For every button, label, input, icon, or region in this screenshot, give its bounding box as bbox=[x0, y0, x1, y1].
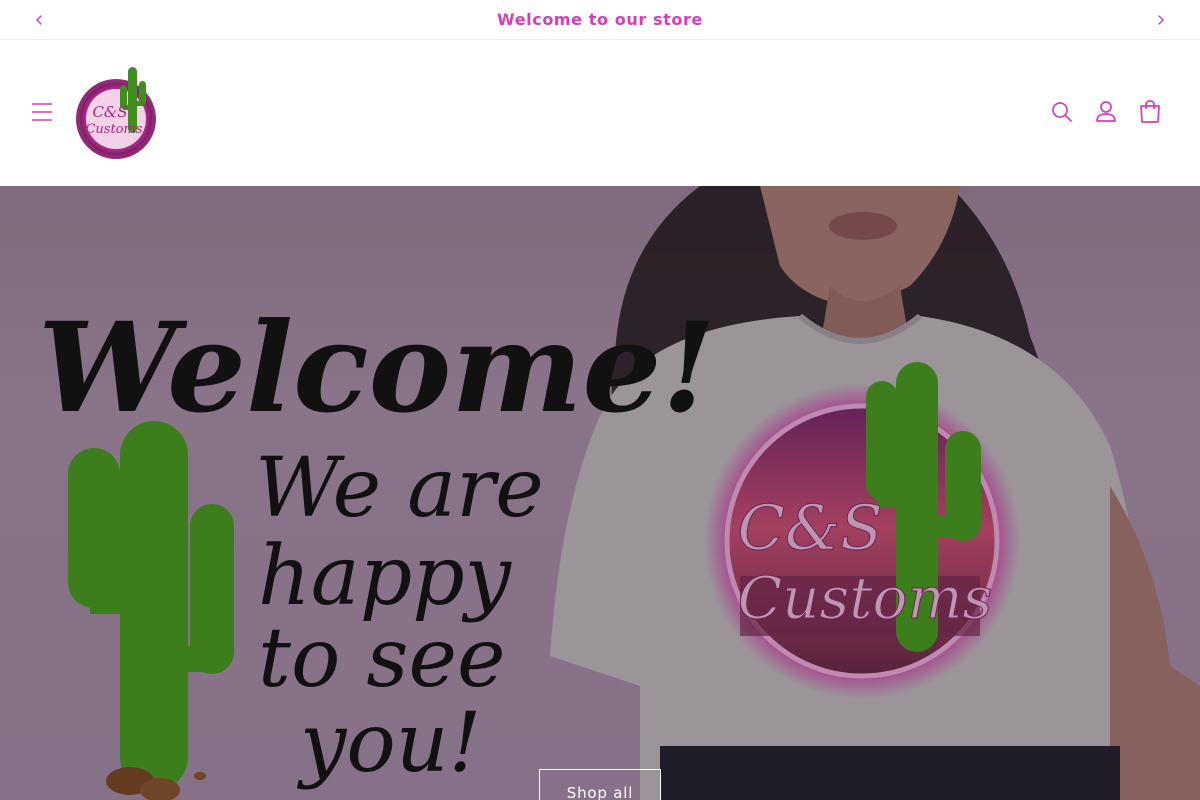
hamburger-menu-icon bbox=[32, 103, 52, 121]
account-button[interactable] bbox=[1093, 99, 1119, 125]
hero-subline-3: to see bbox=[258, 611, 506, 706]
chevron-right-icon bbox=[1158, 15, 1164, 25]
store-logo[interactable]: C&S Customs bbox=[70, 61, 166, 161]
logo-text-line1: C&S bbox=[92, 103, 127, 121]
announcement-next-button[interactable] bbox=[1150, 9, 1172, 31]
hero-subline-1: We are bbox=[255, 441, 544, 536]
site-header: C&S Customs bbox=[0, 41, 1200, 186]
logo-graphic: C&S Customs bbox=[76, 67, 156, 159]
announcement-prev-button[interactable] bbox=[28, 9, 50, 31]
cart-button[interactable] bbox=[1137, 99, 1163, 125]
welcome-message-art: Welcome! We are happy to see you! bbox=[38, 296, 716, 791]
hero-headline: Welcome! bbox=[38, 296, 716, 441]
shop-all-button[interactable]: Shop all bbox=[539, 769, 661, 800]
hero-subline-4: you! bbox=[296, 696, 481, 791]
chevron-left-icon bbox=[36, 15, 42, 25]
logo-text-line2: Customs bbox=[85, 122, 142, 137]
user-icon bbox=[1096, 101, 1116, 122]
search-button[interactable] bbox=[1049, 99, 1075, 125]
shopping-bag-icon bbox=[1140, 100, 1160, 123]
menu-button[interactable] bbox=[28, 98, 56, 126]
hero-subline-2: happy bbox=[258, 529, 513, 624]
hero-banner: C&S Customs Welcome! We are happy to see… bbox=[0, 186, 1200, 800]
announcement-bar: Welcome to our store bbox=[0, 0, 1200, 40]
announcement-message[interactable]: Welcome to our store bbox=[497, 10, 703, 29]
search-icon bbox=[1052, 102, 1072, 122]
